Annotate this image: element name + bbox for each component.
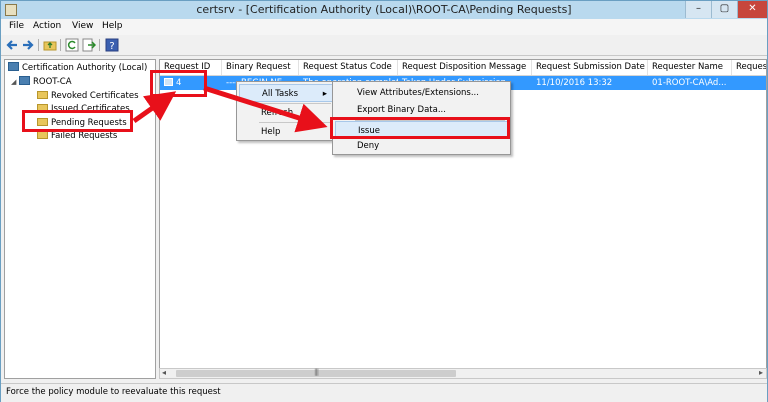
export-list-icon[interactable] (82, 38, 96, 52)
menu-item-all-tasks[interactable]: All Tasks ▸ (239, 84, 333, 102)
column-header-request-status-code[interactable]: Request Status Code (299, 60, 398, 75)
cell-submission-date: 11/10/2016 13:32 (536, 78, 613, 88)
horizontal-scrollbar[interactable]: ◂ ||| ▸ (159, 368, 767, 379)
maximize-button[interactable]: ▢ (711, 1, 737, 18)
console-tree: Certification Authority (Local) ◢ ROOT-CA… (4, 59, 156, 379)
cell-request-id: 4 (160, 76, 222, 90)
menu-bar: File Action View Help (1, 19, 767, 35)
menu-view[interactable]: View (72, 21, 93, 31)
folder-icon (37, 103, 48, 112)
scroll-right-arrow-icon[interactable]: ▸ (759, 368, 763, 377)
toolbar-separator (60, 39, 61, 51)
status-text: Force the policy module to reevaluate th… (6, 387, 221, 397)
status-bar: Force the policy module to reevaluate th… (1, 383, 767, 402)
title-bar[interactable]: certsrv - [Certification Authority (Loca… (1, 1, 767, 19)
up-folder-icon[interactable] (43, 38, 57, 52)
menu-item-export-binary-data[interactable]: Export Binary Data... (335, 101, 510, 119)
cell-requester-name: 01-ROOT-CA\Ad... (652, 78, 727, 88)
submenu-arrow-icon: ▸ (322, 89, 327, 99)
tree-item-ca-local[interactable]: Certification Authority (Local) (8, 62, 147, 75)
refresh-icon[interactable] (65, 38, 79, 52)
mmc-window: certsrv - [Certification Authority (Loca… (0, 0, 768, 402)
column-header-request-id[interactable]: Request ID (160, 60, 222, 75)
request-icon (164, 77, 173, 86)
column-header-disposition-message[interactable]: Request Disposition Message (398, 60, 532, 75)
minimize-button[interactable]: – (685, 1, 711, 18)
tree-item-pending-requests[interactable]: Pending Requests (37, 117, 127, 130)
context-menu: All Tasks ▸ Refresh Help (236, 81, 334, 141)
help-icon[interactable]: ? (105, 38, 119, 52)
tree-item-revoked-certificates[interactable]: Revoked Certificates (37, 90, 139, 103)
menu-item-refresh[interactable]: Refresh (239, 104, 333, 122)
ca-server-icon (19, 76, 30, 85)
window-title: certsrv - [Certification Authority (Loca… (196, 3, 572, 16)
tree-item-issued-certificates[interactable]: Issued Certificates (37, 103, 130, 116)
tree-item-root-ca[interactable]: ◢ ROOT-CA (11, 76, 72, 89)
list-header: Request ID Binary Request Request Status… (160, 60, 766, 76)
folder-icon (37, 90, 48, 99)
menu-item-view-attributes[interactable]: View Attributes/Extensions... (335, 84, 510, 102)
column-header-binary-request[interactable]: Binary Request (222, 60, 299, 75)
toolbar-separator (99, 39, 100, 51)
folder-icon (37, 130, 48, 139)
toolbar: ? (1, 35, 767, 56)
menu-item-help[interactable]: Help (239, 123, 333, 141)
close-button[interactable]: ✕ (737, 1, 767, 18)
expand-arrow-icon[interactable]: ◢ (11, 76, 19, 89)
forward-arrow-icon[interactable] (21, 38, 35, 52)
tree-item-failed-requests[interactable]: Failed Requests (37, 130, 117, 143)
certificate-authority-icon (8, 62, 19, 71)
svg-text:?: ? (109, 41, 114, 52)
scroll-left-arrow-icon[interactable]: ◂ (162, 368, 166, 377)
menu-action[interactable]: Action (33, 21, 61, 31)
cell-extra (732, 76, 766, 90)
column-header-requester-name[interactable]: Requester Name (648, 60, 732, 75)
toolbar-separator (38, 39, 39, 51)
column-header-submission-date[interactable]: Request Submission Date (532, 60, 648, 75)
back-arrow-icon[interactable] (5, 38, 19, 52)
all-tasks-submenu: View Attributes/Extensions... Export Bin… (332, 81, 511, 155)
scrollbar-thumb[interactable]: ||| (176, 368, 456, 377)
column-header-reques[interactable]: Reques (732, 60, 766, 75)
open-folder-icon (37, 117, 48, 126)
menu-file[interactable]: File (9, 21, 24, 31)
menu-item-deny[interactable]: Deny (335, 137, 510, 155)
scrollbar-grip: ||| (314, 368, 319, 376)
menu-help[interactable]: Help (102, 21, 123, 31)
